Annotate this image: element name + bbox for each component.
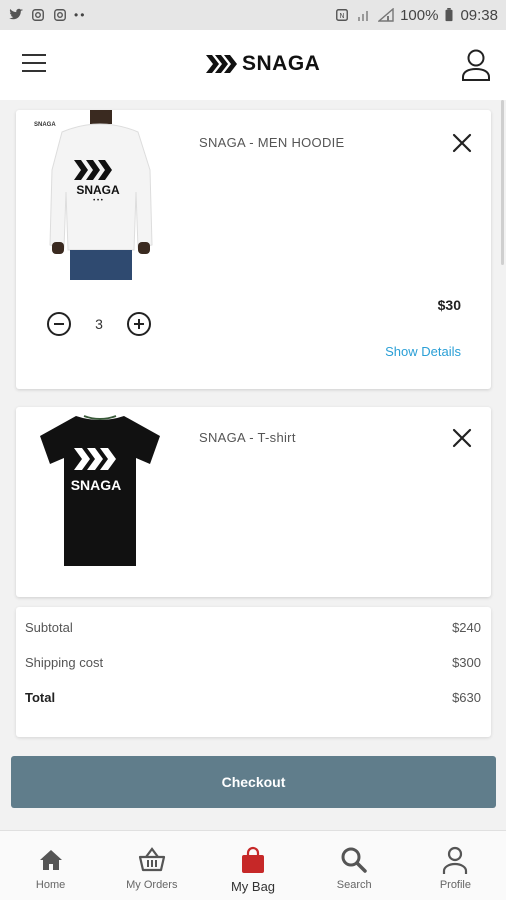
instagram-icon [54,9,66,21]
instagram-icon [32,9,44,21]
order-summary: Subtotal $240 Shipping cost $300 Total $… [16,607,491,737]
nav-label: My Bag [230,879,276,894]
increase-quantity-button[interactable] [126,311,152,337]
svg-text:• • •: • • • [93,198,103,204]
decrease-quantity-button[interactable] [46,311,72,337]
signal-icon [378,8,394,22]
nav-home[interactable]: Home [0,831,101,900]
product-name: SNAGA - T-shirt [199,430,296,445]
battery-icon [445,8,453,22]
cart-item: SNAGA • • • SNAGA SNAGA - MEN HOODIE $30… [16,110,491,389]
app-header: SNAGA [0,30,506,100]
brand-name: SNAGA [242,52,321,75]
quantity-value: 3 [95,316,103,332]
status-bar: •• N 100% 09:38 [0,0,506,30]
signal-icon [358,11,369,21]
quantity-stepper: 3 [46,311,152,337]
nav-search[interactable]: Search [304,831,405,900]
battery-percent: 100% [400,6,439,24]
cart-item: SNAGA SNAGA - T-shirt [16,407,491,597]
tshirt-print-text: SNAGA [71,477,122,493]
shipping-row: Shipping cost $300 [25,655,481,670]
hoodie-product-image: SNAGA • • • SNAGA [32,110,168,280]
person-icon [443,846,468,874]
nav-label: Home [35,879,66,891]
product-price: $30 [437,297,461,313]
svg-text:SNAGA: SNAGA [34,122,56,128]
more-notifications-icon: •• [74,8,87,22]
subtotal-value: $240 [452,620,481,635]
twitter-icon [9,8,23,20]
hoodie-print-text: SNAGA [76,183,120,197]
shipping-value: $300 [452,655,481,670]
nav-label: My Orders [126,879,178,891]
product-name: SNAGA - MEN HOODIE [199,135,345,150]
remove-item-button[interactable] [451,132,473,154]
menu-button[interactable] [22,54,48,76]
brand-logo[interactable]: SNAGA [206,52,320,76]
total-label: Total [25,690,56,705]
nav-label: Profile [439,879,471,891]
subtotal-label: Subtotal [25,620,73,635]
nav-label: Search [336,879,372,891]
clock: 09:38 [460,6,498,24]
account-icon[interactable] [460,48,492,82]
shipping-label: Shipping cost [25,655,104,670]
bag-icon [242,846,264,873]
tshirt-product-image: SNAGA [32,412,168,572]
nfc-icon: N [336,9,349,21]
show-details-link[interactable]: Show Details [385,344,461,359]
chevrons-logo-icon [206,55,237,73]
subtotal-row: Subtotal $240 [25,620,481,635]
cart-content: SNAGA • • • SNAGA SNAGA - MEN HOODIE $30… [0,100,506,830]
total-row: Total $630 [25,690,481,705]
home-icon [39,850,62,870]
menu-icon [22,54,46,56]
total-value: $630 [452,690,481,705]
remove-item-button[interactable] [451,427,473,449]
checkout-button[interactable]: Checkout [11,756,496,808]
nav-my-bag[interactable]: My Bag [202,831,303,900]
nav-profile[interactable]: Profile [405,831,506,900]
bottom-navigation: Home My Orders My Bag Search Profile [0,830,506,900]
svg-text:N: N [339,12,344,20]
nav-my-orders[interactable]: My Orders [101,831,202,900]
search-icon [341,847,367,873]
basket-icon [138,847,165,872]
